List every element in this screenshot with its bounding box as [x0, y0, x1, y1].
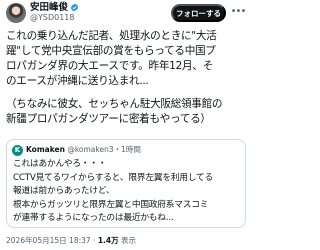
post-text-line: （ちなみに彼女、セッちゃん駐大阪総領事館の	[6, 98, 223, 110]
quoted-text-line: 報道は前からあったけど、	[13, 186, 115, 196]
quoted-separator: ・	[113, 145, 122, 154]
follow-button[interactable]: フォローする	[171, 4, 226, 22]
verified-badge-icon	[70, 3, 79, 12]
quoted-post-time: 1時間	[121, 145, 141, 154]
quoted-text-line: CCTV見てるワイからすると、限界左翼を利用してる	[13, 172, 214, 183]
post-text-line: のエースが沖縄に送り込まれ...	[6, 75, 149, 87]
quoted-post-card[interactable]: K Komaken @komaken3・1時間 これはあかんやろ・・・ CCTV…	[6, 139, 246, 228]
quoted-author-avatar: K	[12, 145, 23, 156]
quoted-author-handle: @komaken3	[67, 145, 114, 154]
quoted-text-line: これはあかんやろ・・・	[13, 159, 107, 169]
quoted-post-text: これはあかんやろ・・・ CCTV見てるワイからすると、限界左翼を利用してる 報道…	[13, 158, 245, 226]
author-name-row[interactable]: 安田峰俊	[30, 2, 79, 13]
post-text-line: これの乗り込んだ記者、処理水のときに"大活	[6, 30, 217, 42]
author-display-name[interactable]: 安田峰俊	[30, 2, 68, 13]
quoted-text-line: 根本からガッツリと限界左翼と中国政府系マスコミ	[13, 199, 209, 210]
post-text-line: 新疆プロパガンダツアーに密着もやってる）	[6, 113, 211, 125]
post-text: これの乗り込んだ記者、処理水のときに"大活 躍"して党中央宣伝部の賞をもらってる…	[6, 29, 247, 127]
post-text-line: ロパガンダ界の大エースです。昨年12月、そ	[6, 60, 213, 72]
quoted-author-name: Komaken	[26, 145, 65, 154]
author-handle[interactable]: @YSD0118	[30, 13, 74, 23]
post-text-line: 躍"して党中央宣伝部の賞をもらってる中国プ	[6, 45, 216, 57]
quoted-text-line: が連帯するようになったのは最近かもね...	[13, 213, 174, 223]
views-count: 1.4万	[97, 236, 119, 245]
post-header: 安田峰俊 @YSD0118 フォローする •••	[0, 0, 250, 26]
post-footer: 2026年05月15日 18:37 · 1.4万 表示	[6, 236, 136, 246]
author-avatar[interactable]	[6, 3, 26, 23]
post-timestamp[interactable]: 2026年05月15日 18:37 ·	[6, 236, 98, 245]
quoted-post-header: Komaken @komaken3・1時間	[26, 144, 141, 156]
more-options-icon[interactable]: •••	[230, 6, 247, 20]
views-label: 表示	[118, 236, 137, 245]
